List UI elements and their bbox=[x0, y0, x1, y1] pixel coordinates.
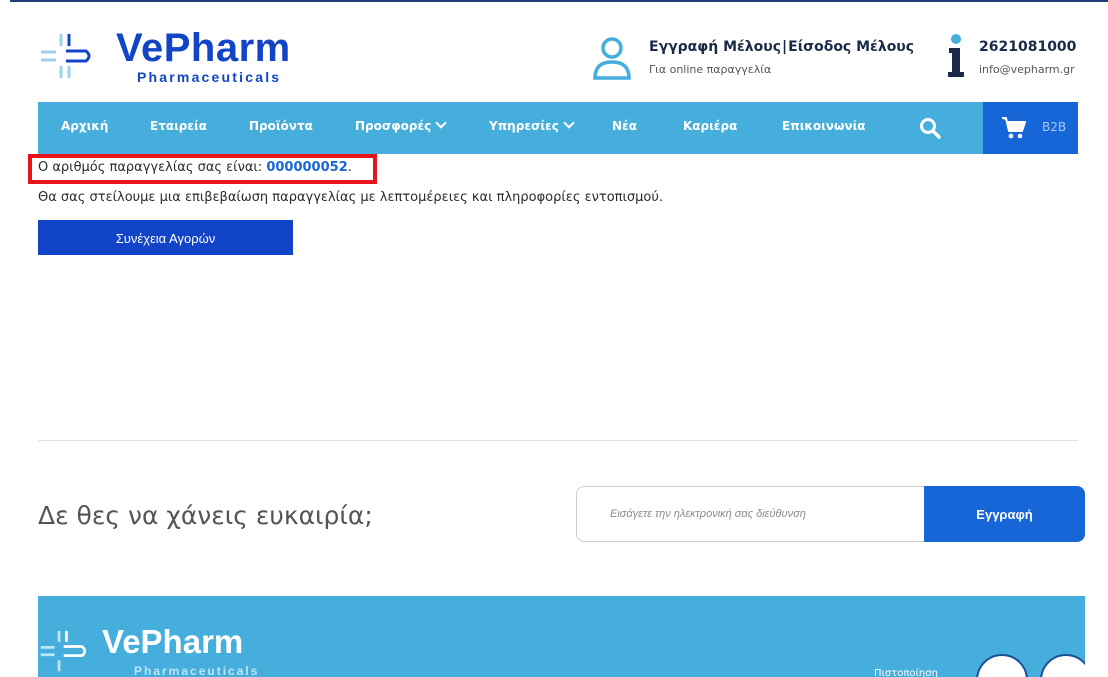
site-footer: VePharm Pharmaceuticals Πιστοποίηση bbox=[38, 596, 1085, 677]
footer-certification-label: Πιστοποίηση bbox=[874, 668, 938, 677]
cart-label: B2B bbox=[1042, 120, 1067, 134]
chevron-down-icon bbox=[563, 117, 575, 129]
chevron-down-icon bbox=[435, 117, 447, 129]
certification-badge bbox=[976, 654, 1028, 677]
certification-badge bbox=[1040, 654, 1085, 677]
confirmation-message: Θα σας στείλουμε μια επιβεβαίωση παραγγε… bbox=[38, 190, 663, 205]
section-divider bbox=[38, 440, 1078, 441]
cart-button[interactable]: B2B bbox=[983, 102, 1078, 154]
nav-item-careers[interactable]: Καριέρα bbox=[683, 119, 737, 133]
site-header: VePharm Pharmaceuticals Εγγραφή Μέλους|Ε… bbox=[0, 2, 1108, 102]
nav-item-news[interactable]: Νέα bbox=[612, 119, 637, 133]
logo-mark-icon bbox=[40, 630, 87, 672]
footer-brand-name: VePharm bbox=[102, 623, 244, 660]
continue-shopping-button[interactable]: Συνέχεια Αγορών bbox=[38, 220, 293, 255]
nav-item-services[interactable]: Υπηρεσίες bbox=[489, 117, 575, 133]
nav-item-home[interactable]: Αρχική bbox=[61, 119, 108, 133]
nav-item-company[interactable]: Εταιρεία bbox=[150, 119, 207, 133]
cart-icon bbox=[1002, 117, 1026, 139]
brand-tagline: Pharmaceuticals bbox=[137, 69, 282, 85]
member-subtitle: Για online παραγγελία bbox=[649, 63, 772, 76]
footer-brand-tagline: Pharmaceuticals bbox=[134, 664, 260, 677]
member-area: Εγγραφή Μέλους|Είσοδος Μέλους Για online… bbox=[592, 36, 922, 86]
nav-item-contact[interactable]: Επικοινωνία bbox=[782, 119, 866, 133]
brand-name: VePharm bbox=[116, 26, 291, 70]
newsletter-subscribe-button[interactable]: Εγγραφή bbox=[924, 486, 1085, 542]
member-links: Εγγραφή Μέλους|Είσοδος Μέλους bbox=[649, 39, 914, 55]
logo-mark-icon bbox=[41, 34, 91, 78]
phone-number[interactable]: 2621081000 bbox=[979, 39, 1076, 55]
email-address[interactable]: info@vepharm.gr bbox=[979, 63, 1075, 76]
newsletter-title: Δε θες να χάνεις ευκαιρία; bbox=[38, 501, 373, 530]
nav-item-offers-label: Προσφορές bbox=[355, 119, 432, 133]
nav-item-services-label: Υπηρεσίες bbox=[489, 119, 559, 133]
login-link[interactable]: Είσοδος Μέλους bbox=[788, 39, 914, 55]
main-nav: Αρχική Εταιρεία Προϊόντα Προσφορές Υπηρε… bbox=[38, 102, 1078, 154]
info-icon bbox=[948, 34, 964, 77]
order-number-highlight bbox=[28, 154, 377, 184]
search-icon[interactable] bbox=[918, 116, 942, 140]
register-link[interactable]: Εγγραφή Μέλους bbox=[649, 39, 781, 55]
contact-info: 2621081000 info@vepharm.gr bbox=[946, 34, 1106, 84]
site-logo[interactable]: VePharm Pharmaceuticals bbox=[38, 26, 298, 92]
nav-item-offers[interactable]: Προσφορές bbox=[355, 117, 447, 133]
user-icon bbox=[593, 37, 631, 80]
nav-item-products[interactable]: Προϊόντα bbox=[249, 119, 313, 133]
newsletter-email-input[interactable] bbox=[576, 486, 926, 542]
